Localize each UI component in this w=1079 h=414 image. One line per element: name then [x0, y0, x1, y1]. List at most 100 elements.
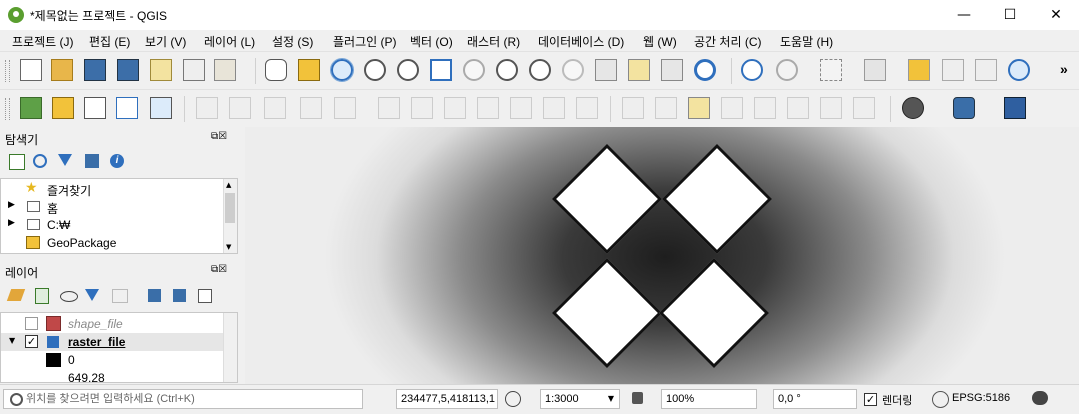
new-spatialite-layer-icon[interactable]	[116, 97, 138, 119]
open-layer-styling-icon[interactable]	[6, 289, 26, 301]
layer-item-shape-file[interactable]: shape_file	[1, 315, 223, 333]
menu-web[interactable]: 웹 (W)	[643, 33, 677, 50]
quickosm-icon[interactable]	[902, 97, 924, 119]
browser-panel-float-close-icon[interactable]: ⧉☒	[211, 131, 227, 142]
map-canvas[interactable]	[245, 127, 1079, 384]
browser-item-home[interactable]: ▶ 홈	[1, 199, 223, 217]
menu-processing[interactable]: 공간 처리 (C)	[694, 33, 762, 50]
remove-layer-icon[interactable]	[198, 289, 212, 303]
coordinate-field[interactable]: 234477,5,418113,1	[396, 389, 498, 409]
filter-legend-icon[interactable]	[85, 289, 99, 301]
menu-vector[interactable]: 벡터 (O)	[410, 33, 453, 50]
select-features-icon[interactable]	[820, 59, 842, 81]
new-map-view-icon[interactable]	[595, 59, 617, 81]
rotate-label-icon[interactable]	[820, 97, 842, 119]
new-geopackage-layer-icon[interactable]	[52, 97, 74, 119]
minimize-button[interactable]: —	[941, 0, 987, 30]
locator-search-input[interactable]: 위치를 찾으려면 입력하세요 (Ctrl+K)	[3, 389, 363, 409]
zoom-next-icon[interactable]	[562, 59, 584, 81]
processing-toolbox-icon[interactable]	[1008, 59, 1030, 81]
browser-item-favorites[interactable]: ★ 즐겨찾기	[1, 180, 223, 199]
menu-database[interactable]: 데이터베이스 (D)	[538, 33, 624, 50]
zoom-out-icon[interactable]	[364, 59, 386, 81]
help-icon[interactable]	[1004, 97, 1026, 119]
scale-combobox[interactable]: 1:3000 ▼	[540, 389, 620, 409]
deselect-all-icon[interactable]	[908, 59, 930, 81]
pan-to-selection-icon[interactable]	[298, 59, 320, 81]
modify-attributes-icon[interactable]	[378, 97, 400, 119]
layout-manager-icon[interactable]	[183, 59, 205, 81]
change-label-icon[interactable]	[853, 97, 875, 119]
scrollbar-thumb[interactable]	[225, 193, 235, 223]
save-as-icon[interactable]	[117, 59, 139, 81]
highlight-pinned-labels-icon[interactable]	[688, 97, 710, 119]
layer-diagram-icon[interactable]	[655, 97, 677, 119]
toggle-editing-icon[interactable]	[229, 97, 251, 119]
browser-item-geopackage[interactable]: GeoPackage	[1, 235, 223, 253]
new-bookmark-icon[interactable]	[628, 59, 650, 81]
expand-all-icon[interactable]	[148, 289, 161, 302]
menu-plugins[interactable]: 플러그인 (P)	[333, 33, 397, 50]
menu-view[interactable]: 보기 (V)	[145, 33, 186, 50]
maximize-button[interactable]: ☐	[987, 0, 1033, 30]
refresh-browser-icon[interactable]	[33, 154, 47, 168]
filter-by-expression-icon[interactable]	[112, 289, 128, 303]
field-calculator-icon[interactable]	[942, 59, 964, 81]
messages-icon[interactable]	[1032, 391, 1048, 405]
zoom-full-icon[interactable]	[430, 59, 452, 81]
properties-icon[interactable]: i	[110, 154, 124, 168]
open-attribute-table-icon[interactable]	[776, 59, 798, 81]
expand-arrow-icon[interactable]: ▶	[8, 200, 15, 210]
layer-item-raster-file[interactable]: ▼ ✓ raster_file	[1, 333, 223, 351]
layer-visibility-checkbox[interactable]	[25, 317, 38, 330]
browser-scrollbar[interactable]: ▲ ▼	[223, 179, 237, 253]
layer-visibility-checkbox[interactable]: ✓	[25, 335, 38, 348]
zoom-to-selection-icon[interactable]	[463, 59, 485, 81]
add-group-icon[interactable]	[35, 288, 49, 304]
print-layout-icon[interactable]	[150, 59, 172, 81]
collapse-all-icon[interactable]	[85, 154, 99, 168]
zoom-native-icon[interactable]	[397, 59, 419, 81]
save-project-icon[interactable]	[84, 59, 106, 81]
menu-help[interactable]: 도움말 (H)	[780, 33, 833, 50]
toolbar-grip[interactable]	[5, 60, 10, 82]
rotation-spinbox[interactable]: 0,0 °	[773, 389, 857, 409]
render-checkbox[interactable]: ✓	[864, 393, 877, 406]
move-label-icon[interactable]	[787, 97, 809, 119]
crs-globe-icon[interactable]	[932, 391, 949, 408]
show-bookmarks-icon[interactable]	[661, 59, 683, 81]
toolbar-grip[interactable]	[5, 98, 10, 120]
layers-panel-float-close-icon[interactable]: ⧉☒	[211, 264, 227, 275]
add-selected-layers-icon[interactable]	[9, 154, 25, 170]
toolbar-overflow-icon[interactable]: »	[1060, 61, 1068, 77]
manage-visibility-icon[interactable]	[60, 291, 78, 302]
pin-labels-icon[interactable]	[721, 97, 743, 119]
pan-hand-icon[interactable]	[265, 59, 287, 81]
menu-layer[interactable]: 레이어 (L)	[204, 33, 255, 50]
magnifier-spinbox[interactable]: 100%	[661, 389, 757, 409]
collapse-all-layers-icon[interactable]	[173, 289, 186, 302]
crs-label[interactable]: EPSG:5186	[952, 392, 1010, 404]
menu-project[interactable]: 프로젝트 (J)	[12, 33, 74, 50]
zoom-last-icon[interactable]	[529, 59, 551, 81]
zoom-to-layer-icon[interactable]	[496, 59, 518, 81]
collapse-arrow-icon[interactable]: ▼	[9, 336, 15, 345]
add-feature-icon[interactable]	[300, 97, 322, 119]
style-manager-icon[interactable]	[214, 59, 236, 81]
identify-features-icon[interactable]	[741, 59, 763, 81]
data-source-manager-icon[interactable]	[20, 97, 42, 119]
cut-features-icon[interactable]	[444, 97, 466, 119]
statistical-summary-icon[interactable]	[975, 59, 997, 81]
refresh-icon[interactable]	[694, 59, 716, 81]
menu-raster[interactable]: 래스터 (R)	[467, 33, 520, 50]
menu-edit[interactable]: 편집 (E)	[89, 33, 130, 50]
undo-icon[interactable]	[543, 97, 565, 119]
select-by-value-icon[interactable]	[864, 59, 886, 81]
layer-labeling-icon[interactable]	[622, 97, 644, 119]
copy-features-icon[interactable]	[477, 97, 499, 119]
show-hide-labels-icon[interactable]	[754, 97, 776, 119]
new-project-icon[interactable]	[20, 59, 42, 81]
python-console-icon[interactable]	[953, 97, 975, 119]
lock-scale-icon[interactable]	[632, 392, 643, 404]
menu-settings[interactable]: 설정 (S)	[272, 33, 313, 50]
